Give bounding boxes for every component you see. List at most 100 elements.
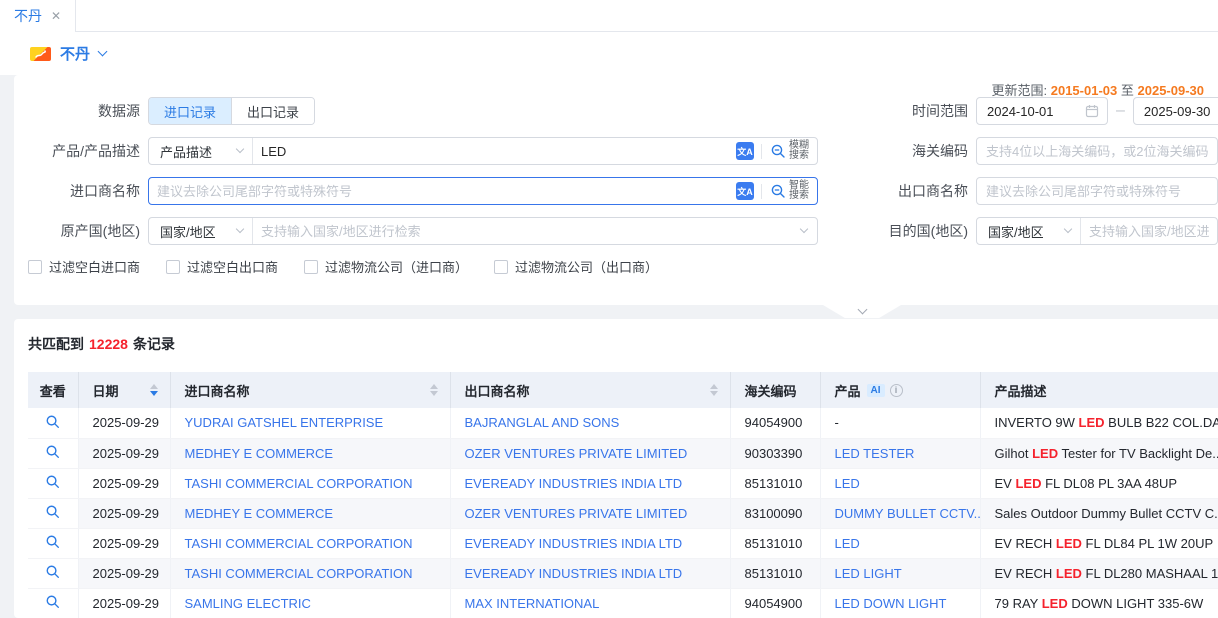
product-link[interactable]: LED LIGHT: [835, 566, 902, 581]
date-cell: 2025-09-29: [78, 528, 170, 558]
column-header-exporter[interactable]: 出口商名称: [450, 372, 730, 408]
filter-checkbox[interactable]: 过滤物流公司（出口商）: [494, 257, 658, 276]
column-label: 出口商名称: [465, 381, 530, 400]
importer-link[interactable]: TASHI COMMERCIAL CORPORATION: [185, 476, 413, 491]
hs-code-cell: 94054900: [730, 408, 820, 438]
filter-checkbox[interactable]: 过滤空白出口商: [166, 257, 278, 276]
view-record-button[interactable]: [28, 558, 78, 588]
view-record-button[interactable]: [28, 498, 78, 528]
view-record-button[interactable]: [28, 528, 78, 558]
info-icon[interactable]: i: [890, 384, 903, 397]
exporter-link[interactable]: OZER VENTURES PRIVATE LIMITED: [465, 446, 688, 461]
exporter-cell: EVEREADY INDUSTRIES INDIA LTD: [450, 528, 730, 558]
chevron-down-icon[interactable]: [98, 47, 108, 57]
importer-cell: MEDHEY E COMMERCE: [170, 498, 450, 528]
sort-control[interactable]: [710, 384, 718, 396]
view-record-button[interactable]: [28, 588, 78, 618]
importer-link[interactable]: SAMLING ELECTRIC: [185, 596, 311, 611]
exporter-link[interactable]: MAX INTERNATIONAL: [465, 596, 600, 611]
bhutan-flag-icon: [30, 47, 51, 61]
time-to-input[interactable]: [1134, 104, 1218, 119]
country-header: 不丹: [0, 32, 1218, 75]
exporter-link[interactable]: BAJRANGLAL AND SONS: [465, 415, 620, 430]
filter-checkbox[interactable]: 过滤空白进口商: [28, 257, 140, 276]
checkbox-box[interactable]: [28, 260, 42, 274]
translate-icon[interactable]: 文A: [736, 142, 754, 160]
translate-icon[interactable]: 文A: [736, 182, 754, 200]
exporter-link[interactable]: EVEREADY INDUSTRIES INDIA LTD: [465, 476, 683, 491]
view-record-button[interactable]: [28, 468, 78, 498]
column-label: 日期: [93, 381, 119, 400]
date-cell: 2025-09-29: [78, 498, 170, 528]
product-link[interactable]: LED DOWN LIGHT: [835, 596, 947, 611]
view-record-button[interactable]: [28, 408, 78, 438]
product-cell: -: [820, 408, 980, 438]
smart-search-button[interactable]: 智能 搜索: [769, 178, 809, 204]
divider: [761, 184, 762, 199]
time-from-field[interactable]: [976, 97, 1108, 125]
importer-link[interactable]: YUDRAI GATSHEL ENTERPRISE: [185, 415, 384, 430]
checkbox-label: 过滤物流公司（出口商）: [515, 257, 658, 276]
importer-link[interactable]: MEDHEY E COMMERCE: [185, 446, 334, 461]
exporter-link[interactable]: EVEREADY INDUSTRIES INDIA LTD: [465, 566, 683, 581]
importer-search-input[interactable]: [149, 179, 736, 203]
checkbox-box[interactable]: [304, 260, 318, 274]
segment-export-records[interactable]: 出口记录: [231, 98, 314, 124]
exporter-link[interactable]: OZER VENTURES PRIVATE LIMITED: [465, 506, 688, 521]
product-link[interactable]: LED: [835, 476, 860, 491]
tab-bhutan[interactable]: 不丹 ✕: [0, 0, 76, 32]
origin-country-input[interactable]: [253, 219, 801, 243]
filter-row-datasource: 数据源 进口记录 出口记录 时间范围 –: [14, 97, 1218, 125]
destination-country-input[interactable]: [1081, 219, 1217, 243]
importer-link[interactable]: TASHI COMMERCIAL CORPORATION: [185, 566, 413, 581]
checkbox-box[interactable]: [494, 260, 508, 274]
time-from-input[interactable]: [977, 104, 1085, 119]
description-text: FL DL84 PL 1W 20UP: [1082, 536, 1213, 551]
checkbox-label: 过滤空白进口商: [49, 257, 140, 276]
chevron-down-icon: [236, 145, 244, 153]
sort-control[interactable]: [430, 384, 438, 396]
chevron-down-icon: [857, 305, 867, 315]
importer-cell: YUDRAI GATSHEL ENTERPRISE: [170, 408, 450, 438]
exporter-cell: BAJRANGLAL AND SONS: [450, 408, 730, 438]
summary-prefix: 共匹配到: [28, 336, 84, 352]
segment-import-records[interactable]: 进口记录: [149, 98, 231, 124]
importer-cell: TASHI COMMERCIAL CORPORATION: [170, 528, 450, 558]
close-icon[interactable]: ✕: [51, 10, 61, 22]
product-cell: LED: [820, 528, 980, 558]
importer-cell: TASHI COMMERCIAL CORPORATION: [170, 558, 450, 588]
exporter-link[interactable]: EVEREADY INDUSTRIES INDIA LTD: [465, 536, 683, 551]
fuzzy-search-button[interactable]: 模糊 搜索: [769, 138, 809, 164]
product-search-input[interactable]: [253, 139, 736, 163]
date-cell: 2025-09-29: [78, 558, 170, 588]
product-field-select[interactable]: 产品描述: [149, 138, 253, 164]
product-link[interactable]: DUMMY BULLET CCTV...: [835, 506, 981, 521]
filter-checkbox[interactable]: 过滤物流公司（进口商）: [304, 257, 468, 276]
time-range-label: 时间范围: [818, 101, 968, 121]
chevron-down-icon: [800, 225, 808, 233]
product-cell: DUMMY BULLET CCTV...: [820, 498, 980, 528]
importer-link[interactable]: TASHI COMMERCIAL CORPORATION: [185, 536, 413, 551]
product-link[interactable]: LED TESTER: [835, 446, 915, 461]
view-record-button[interactable]: [28, 438, 78, 468]
importer-link[interactable]: MEDHEY E COMMERCE: [185, 506, 334, 521]
hs-code-cell: 90303390: [730, 438, 820, 468]
destination-country-select[interactable]: 国家/地区: [977, 218, 1081, 244]
origin-country-select[interactable]: 国家/地区: [149, 218, 253, 244]
update-range: 更新范围: 2015-01-03 至 2025-09-30: [991, 80, 1204, 99]
exporter-name-input[interactable]: [976, 177, 1218, 205]
description-cell: Gilhot LED Tester for TV Backlight De...: [980, 438, 1218, 468]
destination-country-label: 目的国(地区): [818, 221, 968, 241]
sort-control[interactable]: [150, 384, 158, 396]
collapse-filters-button[interactable]: [823, 305, 901, 318]
checkbox-box[interactable]: [166, 260, 180, 274]
table-row: 2025-09-29MEDHEY E COMMERCEOZER VENTURES…: [28, 438, 1218, 468]
view-search-icon: [45, 594, 60, 609]
column-header-importer[interactable]: 进口商名称: [170, 372, 450, 408]
product-link[interactable]: LED: [835, 536, 860, 551]
calendar-icon: [1085, 104, 1099, 118]
hs-code-input[interactable]: [976, 137, 1218, 165]
time-to-field[interactable]: [1133, 97, 1218, 125]
column-header-date[interactable]: 日期: [78, 372, 170, 408]
column-label: 查看: [40, 381, 66, 400]
